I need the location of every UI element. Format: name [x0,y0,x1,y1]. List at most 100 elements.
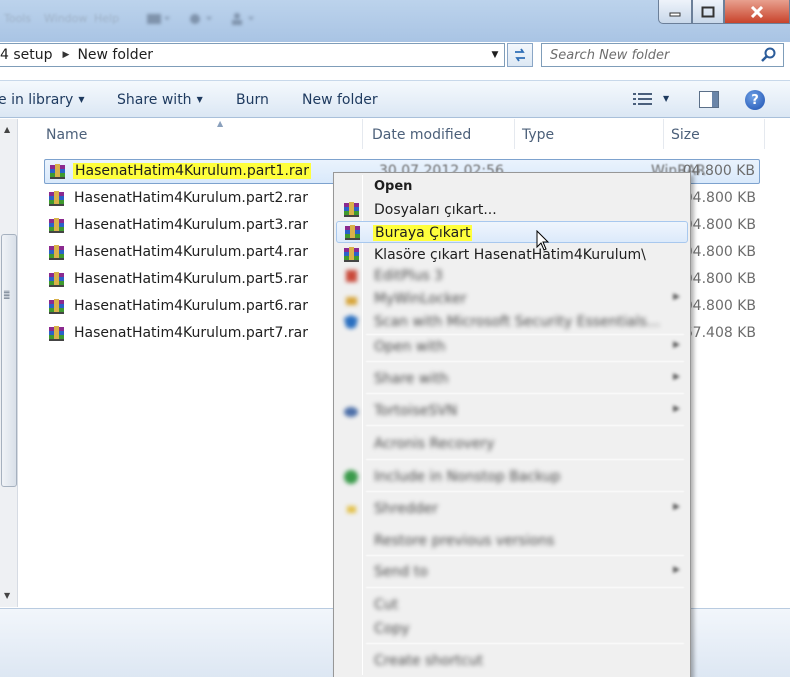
rar-archive-icon [48,218,65,234]
maximize-button[interactable] [692,0,724,24]
minimize-button[interactable] [658,0,692,24]
menu-item-label: Open with [374,339,446,355]
menu-item-label: Open [374,179,413,194]
rar-archive-icon [48,245,65,261]
search-input[interactable] [550,47,755,63]
column-divider[interactable] [764,119,765,149]
menu-item-label: Send to [374,564,428,580]
scroll-up-icon[interactable]: ▲ [4,125,10,134]
file-name: HasenatHatim4Kurulum.part1.rar [73,163,311,179]
vertical-scrollbar[interactable]: ▲ ═ ═ ═ ▼ [0,119,18,607]
menu-item-label: EditPlus 3 [374,268,443,284]
column-headers: ▲ Name Date modified Type Size [19,119,790,153]
menu-item-extract-to-folder[interactable]: Klasöre çıkart HasenatHatim4Kurulum\ [336,244,688,266]
menu-item-extract-here[interactable]: Buraya Çıkart [336,221,688,243]
include-in-library-button[interactable]: e in library ▼ [0,92,84,108]
breadcrumb-separator-icon[interactable]: ▶ [63,50,70,60]
menu-help[interactable]: Help [94,12,119,25]
menu-separator [366,334,684,335]
column-header-name[interactable]: Name [46,127,87,143]
column-header-date[interactable]: Date modified [372,127,471,143]
breadcrumb-parent[interactable]: 4 setup [0,47,53,63]
menu-window[interactable]: Window [44,12,87,25]
column-header-size[interactable]: Size [671,127,700,143]
file-size: 04.800 KB [683,271,756,287]
file-size: 04.800 KB [682,163,755,179]
winrar-icon [343,202,360,218]
menu-item-mywinlocker[interactable]: MyWinLocker ▶ [336,288,688,310]
submenu-arrow-icon: ▶ [673,502,680,512]
file-name: HasenatHatim4Kurulum.part4.rar [74,244,308,260]
column-divider[interactable] [514,119,515,149]
search-box[interactable] [541,43,784,67]
share-with-button[interactable]: Share with ▼ [117,92,203,108]
file-name: HasenatHatim4Kurulum.part2.rar [74,190,308,206]
menu-item-extract-files[interactable]: Dosyaları çıkart... [336,199,688,221]
scroll-grip-icon: ═ ═ ═ [4,288,10,304]
file-name: HasenatHatim4Kurulum.part6.rar [74,298,308,314]
menu-item-send-to[interactable]: Send to ▶ [336,561,688,583]
rar-archive-icon [48,299,65,315]
column-header-type[interactable]: Type [522,127,554,143]
file-size: 67.408 KB [683,325,756,341]
details-view-icon [633,93,652,105]
preview-pane-icon[interactable] [699,91,719,108]
menu-item-editplus[interactable]: EditPlus 3 [336,265,688,287]
burn-button[interactable]: Burn [236,92,269,108]
menu-item-label: MyWinLocker [374,291,467,307]
ghost-gear-icon [188,12,212,26]
command-bar: e in library ▼ Share with ▼ Burn New folde… [0,80,790,118]
shield-icon [343,314,360,330]
menu-item-open[interactable]: Open [336,176,688,198]
backup-icon [343,469,360,485]
menu-item-copy[interactable]: Copy [336,618,688,640]
share-with-label: Share with [117,92,192,108]
menu-item-shredder[interactable]: Shredder ▶ [336,498,688,520]
help-button[interactable]: ? [745,90,765,110]
menu-item-label: Scan with Microsoft Security Essentials.… [374,314,661,330]
address-dropdown-icon[interactable]: ▼ [486,44,504,66]
menu-item-label: Klasöre çıkart HasenatHatim4Kurulum\ [374,247,646,263]
menu-item-tortoisesvn[interactable]: TortoiseSVN ▶ [336,400,688,422]
menu-item-acronis-recovery[interactable]: Acronis Recovery [336,433,688,455]
rar-archive-icon [48,191,65,207]
scroll-thumb[interactable] [1,234,17,487]
file-size: 04.800 KB [683,190,756,206]
menu-item-restore-versions[interactable]: Restore previous versions [336,530,688,552]
winrar-icon [344,225,361,241]
menu-item-create-shortcut[interactable]: Create shortcut [336,650,688,672]
menu-item-open-with[interactable]: Open with ▶ [336,336,688,358]
file-size: 04.800 KB [683,217,756,233]
new-folder-button[interactable]: New folder [302,92,378,108]
submenu-arrow-icon: ▶ [673,292,680,302]
column-divider[interactable] [663,119,664,149]
menu-item-label: Dosyaları çıkart... [374,202,497,218]
menu-item-scan-security[interactable]: Scan with Microsoft Security Essentials.… [336,311,688,333]
maximize-icon [701,6,715,17]
submenu-arrow-icon: ▶ [673,372,680,382]
tortoise-icon [343,403,360,419]
menu-tools[interactable]: Tools [4,12,31,25]
rar-archive-icon [49,164,66,180]
menu-item-cut[interactable]: Cut [336,594,688,616]
menu-separator [366,555,684,556]
search-icon[interactable] [761,47,777,63]
address-bar[interactable]: 4 setup ▶ New folder ▼ [0,43,505,67]
column-divider[interactable] [362,119,363,149]
menu-item-share-with[interactable]: Share with ▶ [336,368,688,390]
chevron-down-icon: ▼ [196,95,203,104]
view-options-chevron-icon[interactable]: ▼ [663,94,669,103]
refresh-button[interactable] [507,43,533,67]
breadcrumb-current[interactable]: New folder [77,47,153,63]
menu-item-label: Acronis Recovery [374,436,495,452]
close-button[interactable] [724,0,790,24]
change-view-button[interactable] [632,91,654,110]
menu-item-label: Shredder [374,501,438,517]
title-bar: Tools Window Help [0,0,790,42]
ghost-toolbar-icon [146,12,170,26]
menu-separator [366,459,684,460]
menu-item-label: Buraya Çıkart [373,225,473,241]
menu-item-nonstop-backup[interactable]: Include in Nonstop Backup [336,466,688,488]
file-name: HasenatHatim4Kurulum.part5.rar [74,271,308,287]
shredder-icon [343,501,360,517]
